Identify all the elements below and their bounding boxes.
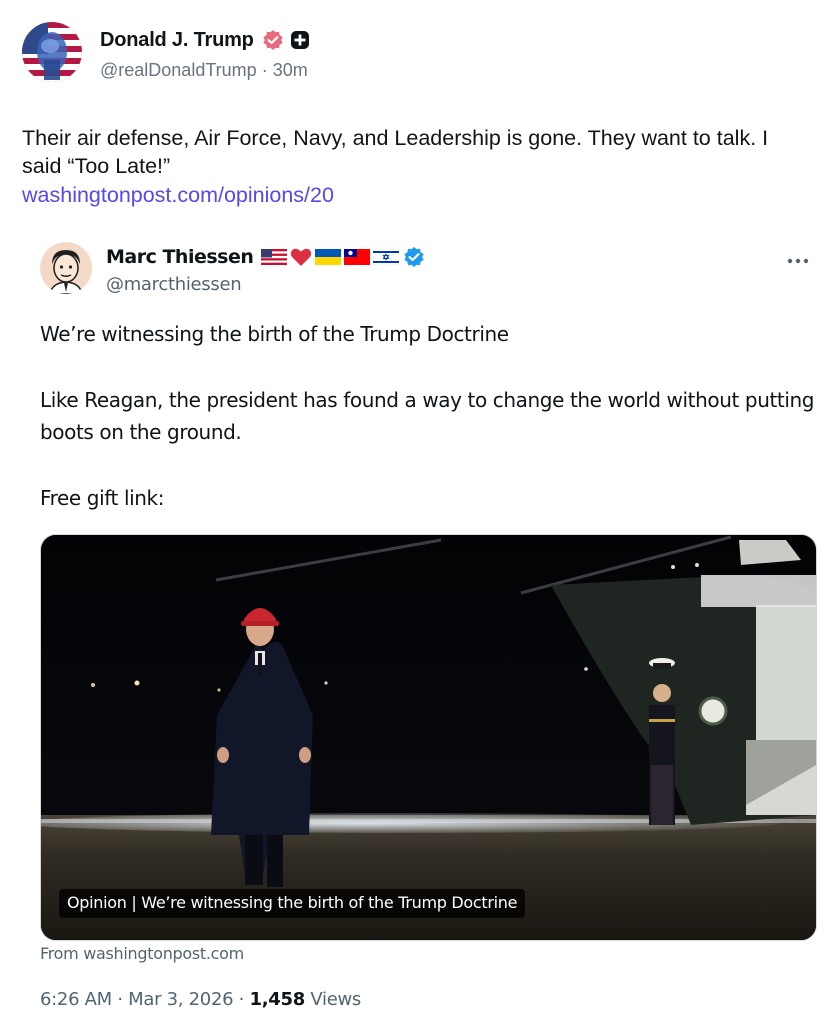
article-title-overlay[interactable]: Opinion | We’re witnessing the birth of … bbox=[59, 889, 526, 918]
quoted-author-avatar[interactable] bbox=[40, 242, 92, 294]
meta-separator: · bbox=[117, 989, 129, 1010]
author-name-row: Donald J. Trump bbox=[100, 26, 310, 54]
author-name[interactable]: Donald J. Trump bbox=[100, 29, 254, 52]
quoted-post-text-line: We’re witnessing the birth of the Trump … bbox=[40, 322, 509, 346]
article-photo bbox=[41, 535, 816, 940]
screenshot-page: Donald J. Trump @realDonaldTrump · 30m T… bbox=[0, 0, 825, 1024]
ukraine-flag-icon bbox=[315, 249, 342, 265]
verified-badge-icon bbox=[262, 29, 284, 51]
truth-post-body: Their air defense, Air Force, Navy, and … bbox=[22, 126, 769, 178]
us-flag-icon bbox=[261, 249, 288, 265]
views-count: 1,458 bbox=[249, 989, 306, 1010]
taiwan-flag-icon bbox=[344, 249, 371, 265]
article-link[interactable]: washingtonpost.com/opinions/20 bbox=[22, 181, 334, 209]
meta-separator: · bbox=[238, 989, 250, 1010]
handle-separator: · bbox=[261, 60, 273, 80]
blue-verified-icon bbox=[404, 247, 425, 267]
profile-emoji-flags bbox=[261, 247, 400, 267]
article-source[interactable]: From washingtonpost.com bbox=[40, 944, 244, 963]
author-handle-row: @realDonaldTrump · 30m bbox=[100, 60, 310, 81]
israel-flag-icon bbox=[373, 249, 400, 265]
author-avatar[interactable] bbox=[22, 22, 82, 82]
post-time[interactable]: 6:26 AM bbox=[40, 989, 112, 1010]
quoted-author-name-row: Marc Thiessen bbox=[106, 244, 425, 270]
quoted-author-handle[interactable]: @marcthiessen bbox=[106, 274, 242, 295]
plus-square-icon bbox=[290, 30, 310, 50]
post-time-ago[interactable]: 30m bbox=[273, 60, 308, 80]
quoted-post-text-paragraph: Like Reagan, the president has found a w… bbox=[40, 388, 815, 444]
quoted-post-text-line: Free gift link: bbox=[40, 486, 165, 510]
more-horizontal-icon[interactable] bbox=[787, 248, 809, 268]
post-date[interactable]: Mar 3, 2026 bbox=[128, 989, 233, 1010]
article-preview-card[interactable]: Opinion | We’re witnessing the birth of … bbox=[40, 534, 817, 941]
post-meta: 6:26 AM · Mar 3, 2026 · 1,458 Views bbox=[40, 989, 361, 1010]
truth-post-header: Donald J. Trump @realDonaldTrump · 30m bbox=[22, 22, 310, 84]
views-label: Views bbox=[310, 989, 361, 1010]
author-identity: Donald J. Trump @realDonaldTrump · 30m bbox=[100, 26, 310, 81]
quoted-post-header: Marc Thiessen @marcthiessen bbox=[40, 242, 815, 302]
red-heart-icon bbox=[291, 248, 312, 266]
quoted-author-name[interactable]: Marc Thiessen bbox=[106, 246, 254, 268]
author-handle[interactable]: @realDonaldTrump bbox=[100, 60, 257, 80]
